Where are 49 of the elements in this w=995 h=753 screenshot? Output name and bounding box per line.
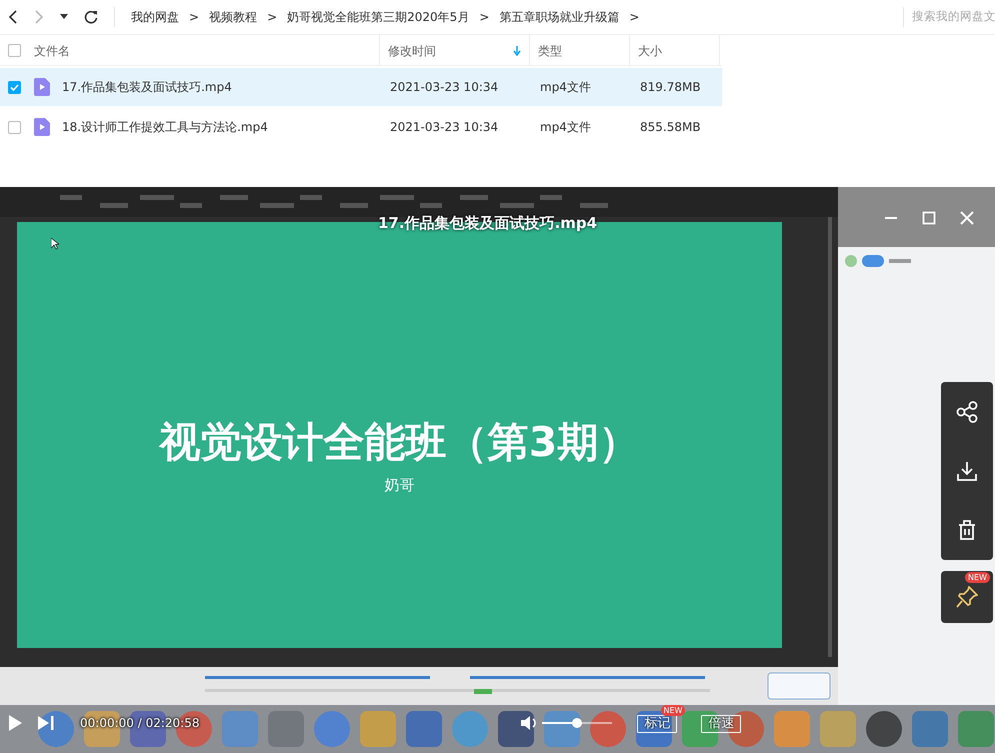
slide-title: 视觉设计全能班（第3期）: [158, 417, 640, 468]
row-checkbox[interactable]: [8, 80, 21, 94]
breadcrumb-separator: >: [267, 9, 278, 26]
breadcrumb-separator: >: [629, 9, 640, 26]
file-row[interactable]: 17.作品集包装及面试技巧.mp4 2021-03-23 10:34 mp4文件 819.78MB: [0, 68, 722, 106]
file-size: 855.58MB: [639, 120, 701, 134]
file-type: mp4文件: [539, 120, 591, 134]
back-icon[interactable]: [8, 10, 18, 24]
column-label: 文件名: [34, 42, 70, 60]
trash-icon[interactable]: [958, 519, 976, 541]
column-header[interactable]: 修改时间: [380, 35, 530, 66]
file-type: mp4文件: [539, 80, 591, 94]
new-badge: NEW: [965, 572, 990, 583]
file-name[interactable]: 17.作品集包装及面试技巧.mp4: [58, 78, 232, 96]
dropdown-icon[interactable]: [60, 14, 68, 20]
column-header[interactable]: 文件名: [34, 35, 380, 66]
refresh-icon[interactable]: [84, 10, 98, 24]
file-size: 819.78MB: [639, 80, 701, 94]
file-name[interactable]: 18.设计师工作提效工具与方法论.mp4: [58, 118, 268, 136]
column-header[interactable]: 类型: [530, 35, 630, 66]
row-checkbox[interactable]: [8, 120, 21, 134]
breadcrumb-separator: >: [479, 9, 490, 26]
breadcrumb-link[interactable]: 奶哥视觉全能班第三期2020年5月: [287, 8, 470, 26]
pin-button[interactable]: [941, 571, 993, 623]
modified-time: 2021-03-23 10:34: [389, 120, 498, 134]
file-row[interactable]: 18.设计师工作提效工具与方法论.mp4 2021-03-23 10:34 mp4文件 855.58MB: [0, 108, 722, 146]
pin-icon: [956, 586, 978, 608]
next-icon[interactable]: [38, 715, 54, 731]
breadcrumb-separator: >: [189, 9, 200, 26]
select-all-checkbox[interactable]: [8, 44, 21, 56]
video-file-icon: [34, 78, 50, 96]
download-icon[interactable]: [957, 461, 977, 481]
breadcrumb-link[interactable]: 第五章职场就业升级篇: [499, 8, 620, 26]
column-label: 大小: [638, 42, 662, 60]
forward-icon[interactable]: [34, 10, 44, 24]
slide-subtitle: 奶哥: [384, 475, 416, 496]
modified-time: 2021-03-23 10:34: [389, 80, 498, 94]
cursor-icon: [51, 238, 59, 250]
play-icon[interactable]: [8, 715, 22, 731]
maximize-icon[interactable]: [922, 211, 936, 225]
breadcrumb-link[interactable]: 视频教程: [209, 8, 258, 26]
share-icon[interactable]: [956, 401, 978, 423]
video-file-icon: [34, 118, 50, 136]
search-field[interactable]: 搜索我的网盘文: [903, 7, 995, 27]
breadcrumb-link[interactable]: 我的网盘: [131, 8, 179, 26]
close-icon[interactable]: [960, 211, 974, 225]
column-label: 类型: [538, 42, 562, 60]
column-header[interactable]: 大小: [630, 35, 720, 66]
column-label: 修改时间: [388, 42, 436, 60]
